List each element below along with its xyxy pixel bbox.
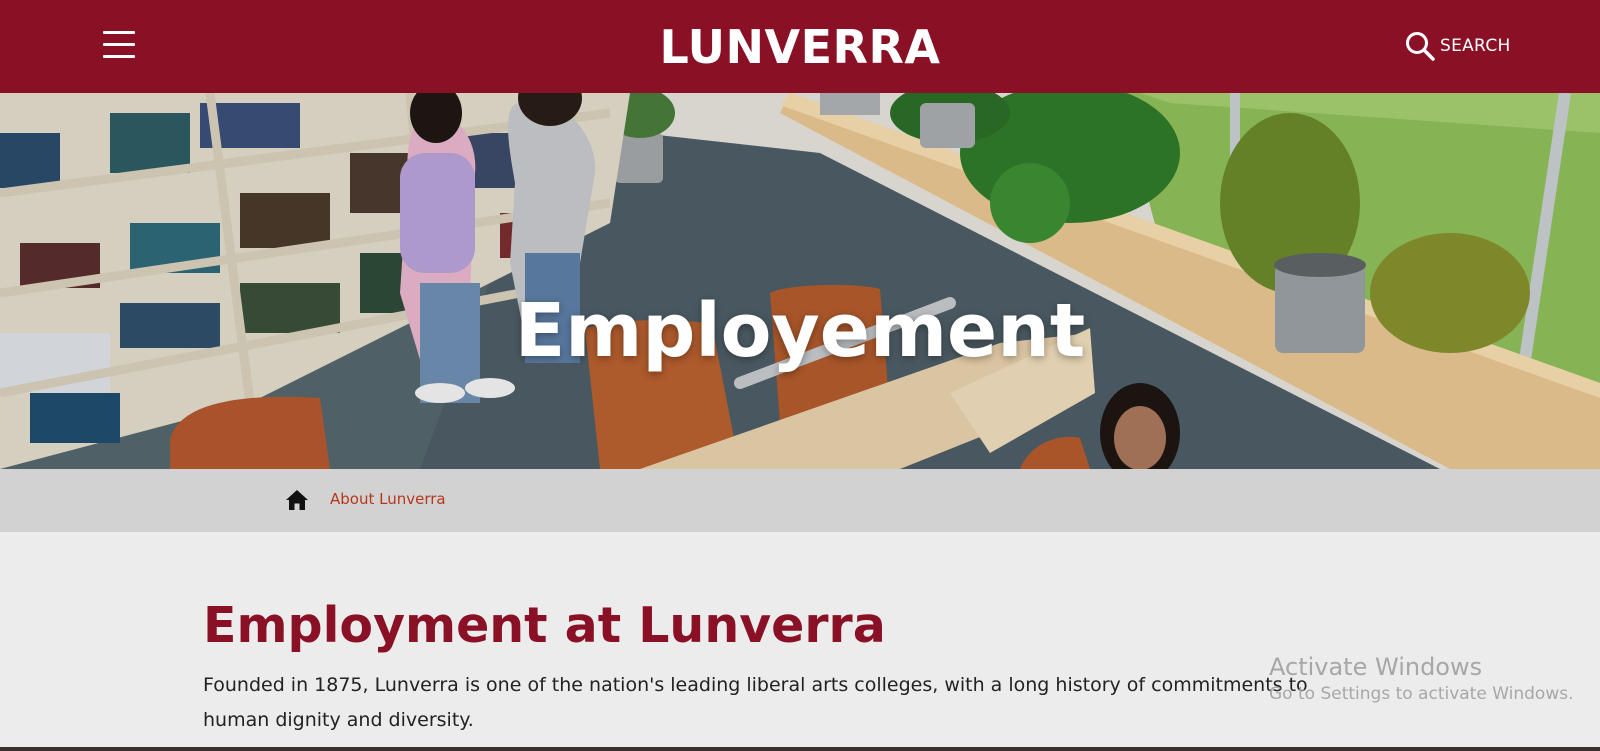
site-header: LUNVERRA SEARCH	[0, 0, 1600, 93]
library-photo	[0, 93, 1600, 469]
hero-title: Employement	[514, 287, 1086, 374]
brand-logo[interactable]: LUNVERRA	[0, 20, 1600, 74]
hero-banner: Employement	[0, 93, 1600, 469]
home-icon[interactable]	[285, 489, 309, 511]
bottom-edge	[0, 747, 1600, 751]
search-button[interactable]: SEARCH	[1404, 28, 1511, 64]
page-title: Employment at Lunverra	[203, 597, 886, 654]
breadcrumb: About Lunverra	[0, 469, 1600, 532]
search-label: SEARCH	[1440, 36, 1511, 56]
search-icon	[1406, 32, 1435, 61]
intro-paragraph: Founded in 1875, Lunverra is one of the …	[203, 674, 1308, 731]
breadcrumb-about-link[interactable]: About Lunverra	[330, 489, 446, 509]
